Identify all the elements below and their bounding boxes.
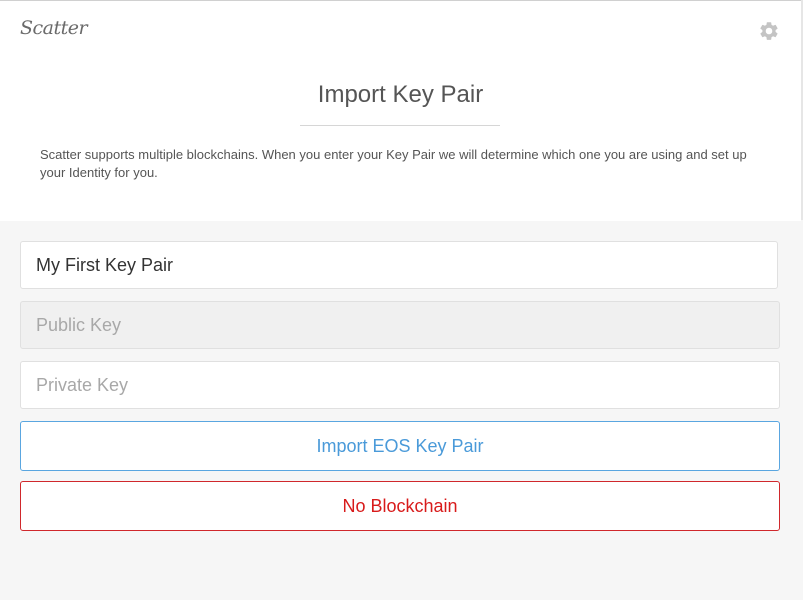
scatter-logo: Scatter (20, 17, 88, 39)
no-blockchain-button-label: No Blockchain (342, 495, 458, 516)
key-pair-name-input[interactable] (20, 241, 778, 289)
import-eos-key-pair-button[interactable]: Import EOS Key Pair (20, 421, 780, 471)
description-text: Scatter supports multiple blockchains. W… (40, 147, 747, 180)
gear-icon (760, 22, 778, 40)
import-button-label: Import EOS Key Pair (316, 435, 484, 456)
header-panel: Scatter Import Key Pair Scatter supports… (0, 1, 801, 221)
public-key-input[interactable] (20, 301, 780, 349)
title-divider (300, 125, 500, 126)
no-blockchain-button[interactable]: No Blockchain (20, 481, 780, 531)
settings-button[interactable] (758, 20, 780, 42)
page-title: Import Key Pair (317, 81, 484, 108)
private-key-input[interactable] (20, 361, 780, 409)
